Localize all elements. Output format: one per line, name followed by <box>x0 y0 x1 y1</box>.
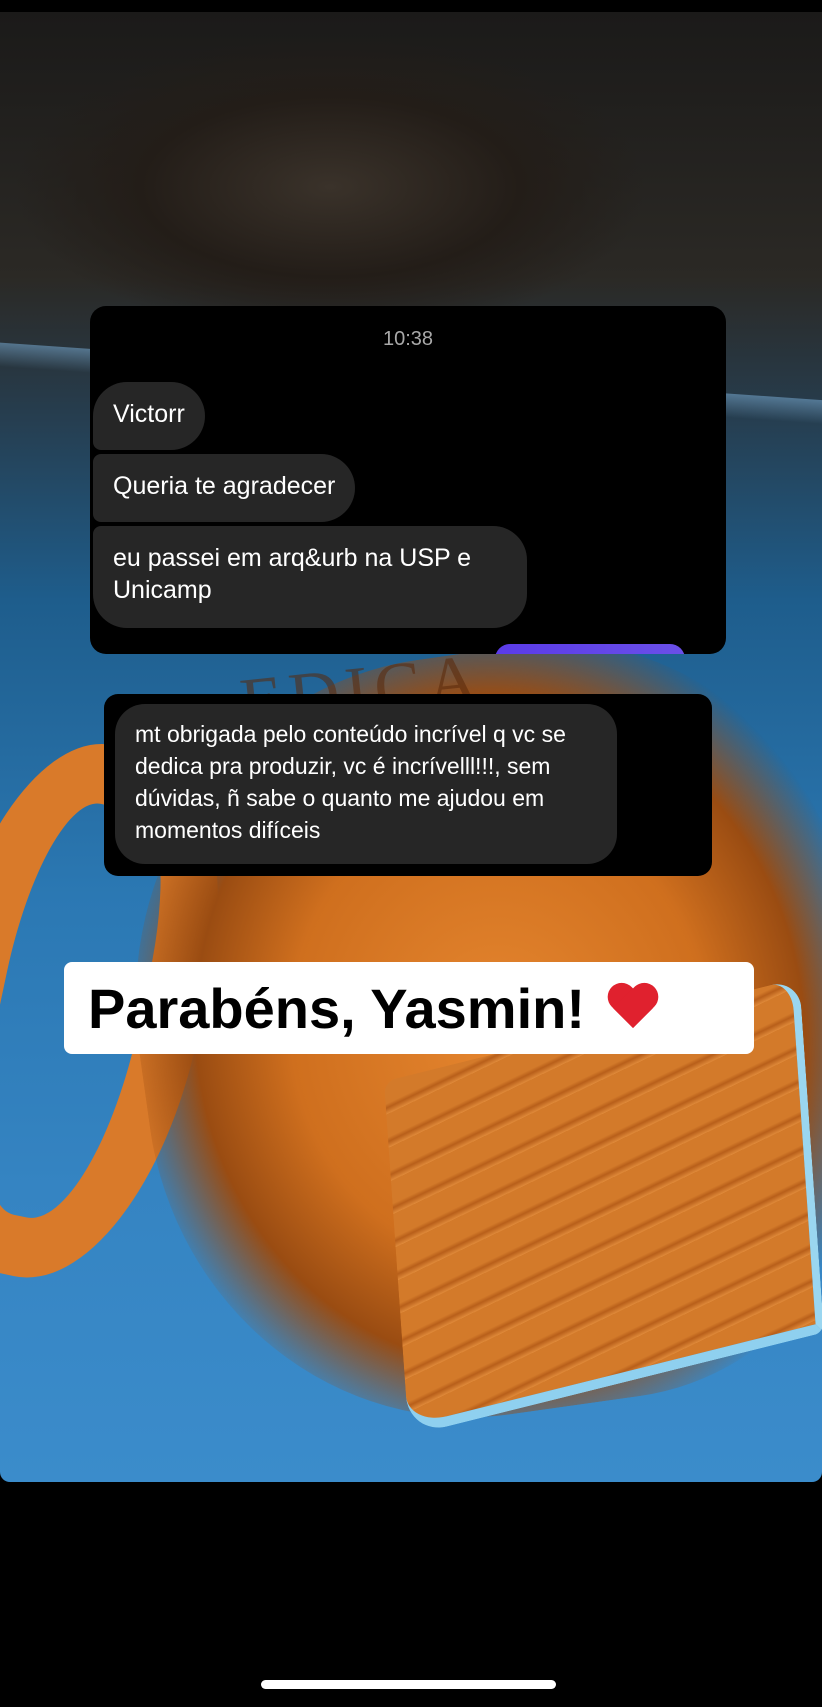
home-indicator[interactable] <box>261 1680 556 1689</box>
sent-bubble-peek <box>495 644 685 654</box>
message-bubble: Queria te agradecer <box>93 454 356 522</box>
message-bubble: mt obrigada pelo conteúdo incrível q vc … <box>115 704 617 864</box>
chat-screenshot-card-2: mt obrigada pelo conteúdo incrível q vc … <box>104 694 712 876</box>
story-caption: Parabéns, Yasmin! <box>64 962 754 1054</box>
message-bubble: Victorr <box>93 382 205 450</box>
caption-text: Parabéns, Yasmin! <box>88 976 585 1040</box>
message-timestamp: 10:38 <box>382 328 434 350</box>
message-bubble: eu passei em arq&urb na USP e Unicamp <box>93 526 527 628</box>
red-heart-icon <box>607 984 659 1032</box>
chat-screenshot-card: 10:38 Victorr Queria te agradecer eu pas… <box>90 306 726 654</box>
